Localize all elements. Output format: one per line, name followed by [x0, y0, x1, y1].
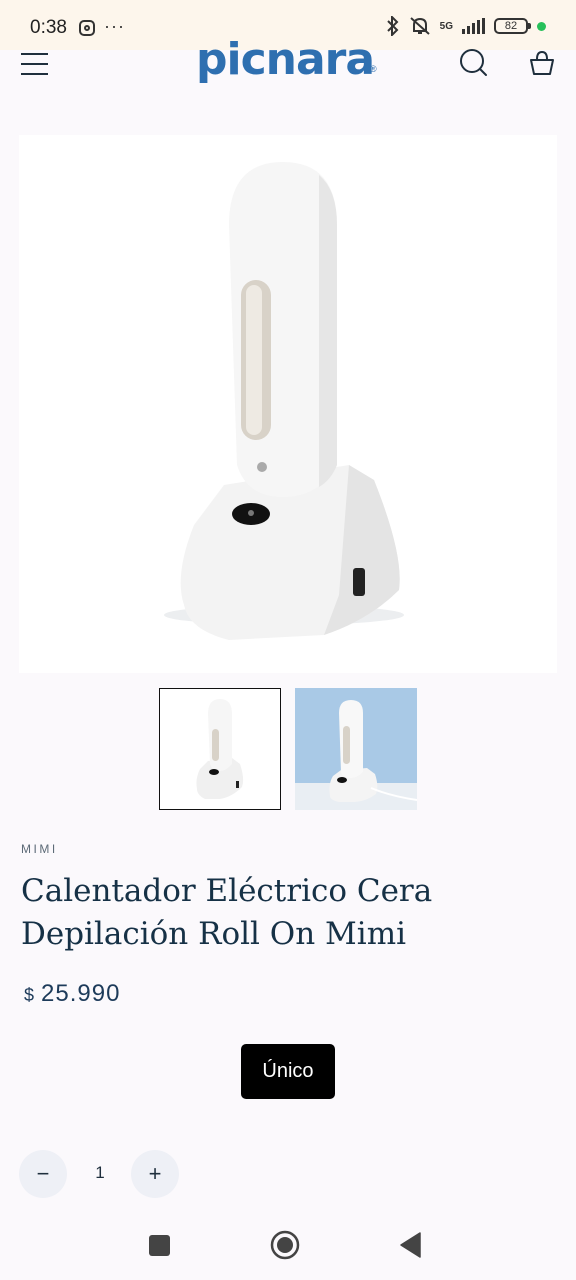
mute-icon [409, 17, 430, 35]
site-logo[interactable]: picnara [196, 34, 375, 85]
battery-icon: 82 [494, 18, 531, 34]
cart-icon[interactable] [527, 48, 557, 78]
variant-option-button[interactable]: Único [241, 1044, 335, 1099]
product-brand[interactable]: MIMI [21, 842, 58, 856]
status-time: 0:38 [30, 17, 67, 38]
battery-level: 82 [504, 20, 518, 32]
thumbnail-image [196, 699, 244, 799]
quantity-value[interactable]: 1 [88, 1163, 112, 1183]
home-icon[interactable] [270, 1230, 300, 1260]
more-notifications-icon: ··· [104, 16, 125, 36]
product-title: Calentador Eléctrico Cera Depilación Rol… [21, 873, 433, 952]
thumbnail-image [295, 700, 417, 810]
recent-apps-icon[interactable] [149, 1235, 170, 1256]
search-icon[interactable] [458, 48, 488, 78]
quantity-decrease-button[interactable]: − [19, 1150, 67, 1198]
product-thumbnail-2[interactable] [295, 688, 417, 810]
bluetooth-icon [386, 16, 399, 36]
status-icons: 5G 82 [386, 16, 546, 36]
registered-mark: ® [370, 64, 377, 74]
menu-icon[interactable] [21, 53, 49, 75]
signal-icon [462, 18, 485, 34]
instagram-icon [79, 20, 95, 36]
price-currency: $ [24, 985, 36, 1005]
privacy-indicator-dot [537, 21, 546, 31]
network-type: 5G [439, 20, 453, 32]
product-main-image[interactable] [19, 135, 557, 673]
back-icon[interactable] [399, 1232, 421, 1258]
price-value: 25.990 [41, 980, 121, 1007]
wax-heater-image [164, 162, 404, 640]
product-price: $25.990 [24, 980, 120, 1008]
product-thumbnail-1[interactable] [159, 688, 281, 810]
quantity-increase-button[interactable]: + [131, 1150, 179, 1198]
